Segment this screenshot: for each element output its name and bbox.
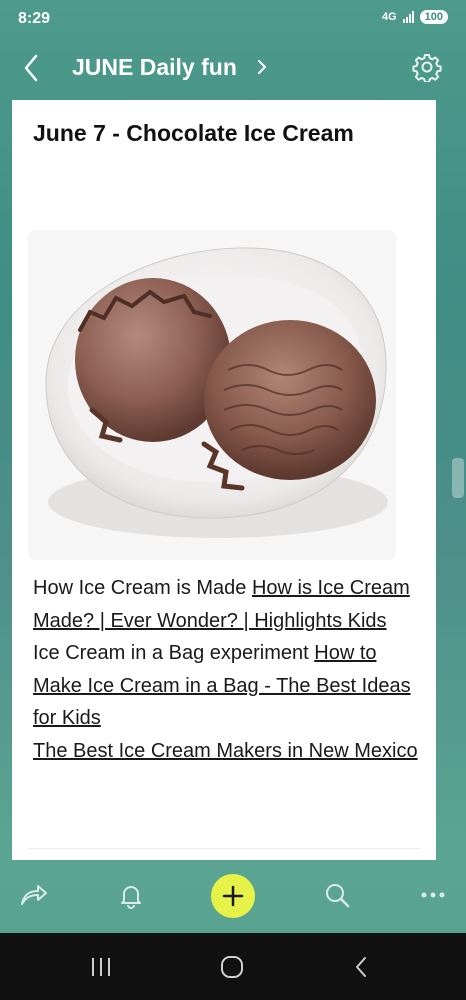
divider [28, 848, 420, 849]
status-bar: 8:29 4G 100 [0, 0, 466, 40]
add-button[interactable] [211, 874, 255, 918]
chevron-left-icon[interactable] [20, 52, 44, 84]
note-line-text: How Ice Cream is Made [33, 577, 252, 599]
header: JUNE Daily fun [0, 44, 466, 92]
note-line: Ice Cream in a Bag experiment How to Mak… [33, 637, 425, 735]
system-nav-bar [0, 933, 466, 1000]
signal-icon [402, 11, 414, 23]
note-line: The Best Ice Cream Makers in New Mexico [33, 735, 425, 768]
status-icons: 4G 100 [382, 10, 448, 24]
ice-cream-image[interactable] [28, 230, 396, 560]
note-card[interactable]: June 7 - Chocolate Ice Cream How Ice Cre… [12, 100, 436, 860]
note-title[interactable]: June 7 - Chocolate Ice Cream [33, 120, 354, 147]
gear-icon[interactable] [412, 52, 442, 82]
network-type: 4G [381, 11, 397, 23]
share-icon[interactable] [18, 880, 48, 910]
note-line: How Ice Cream is Made How is Ice Cream M… [33, 572, 425, 637]
status-time: 8:29 [18, 10, 51, 27]
recent-apps-icon[interactable] [89, 955, 113, 979]
battery-badge: 100 [419, 10, 448, 24]
chevron-right-icon[interactable] [256, 58, 268, 76]
home-icon[interactable] [220, 955, 244, 979]
back-nav-icon[interactable] [350, 955, 374, 979]
note-line-text: Ice Cream in a Bag experiment [33, 642, 315, 664]
note-link[interactable]: The Best Ice Cream Makers in New Mexico [33, 740, 418, 762]
search-icon[interactable] [322, 880, 352, 910]
more-icon[interactable] [418, 880, 448, 910]
bell-icon[interactable] [116, 880, 146, 910]
scrollbar-handle[interactable] [452, 458, 464, 498]
bottom-toolbar [0, 862, 466, 932]
notebook-title[interactable]: JUNE Daily fun [72, 54, 237, 81]
note-body[interactable]: How Ice Cream is Made How is Ice Cream M… [33, 572, 425, 767]
plus-icon [222, 885, 244, 907]
